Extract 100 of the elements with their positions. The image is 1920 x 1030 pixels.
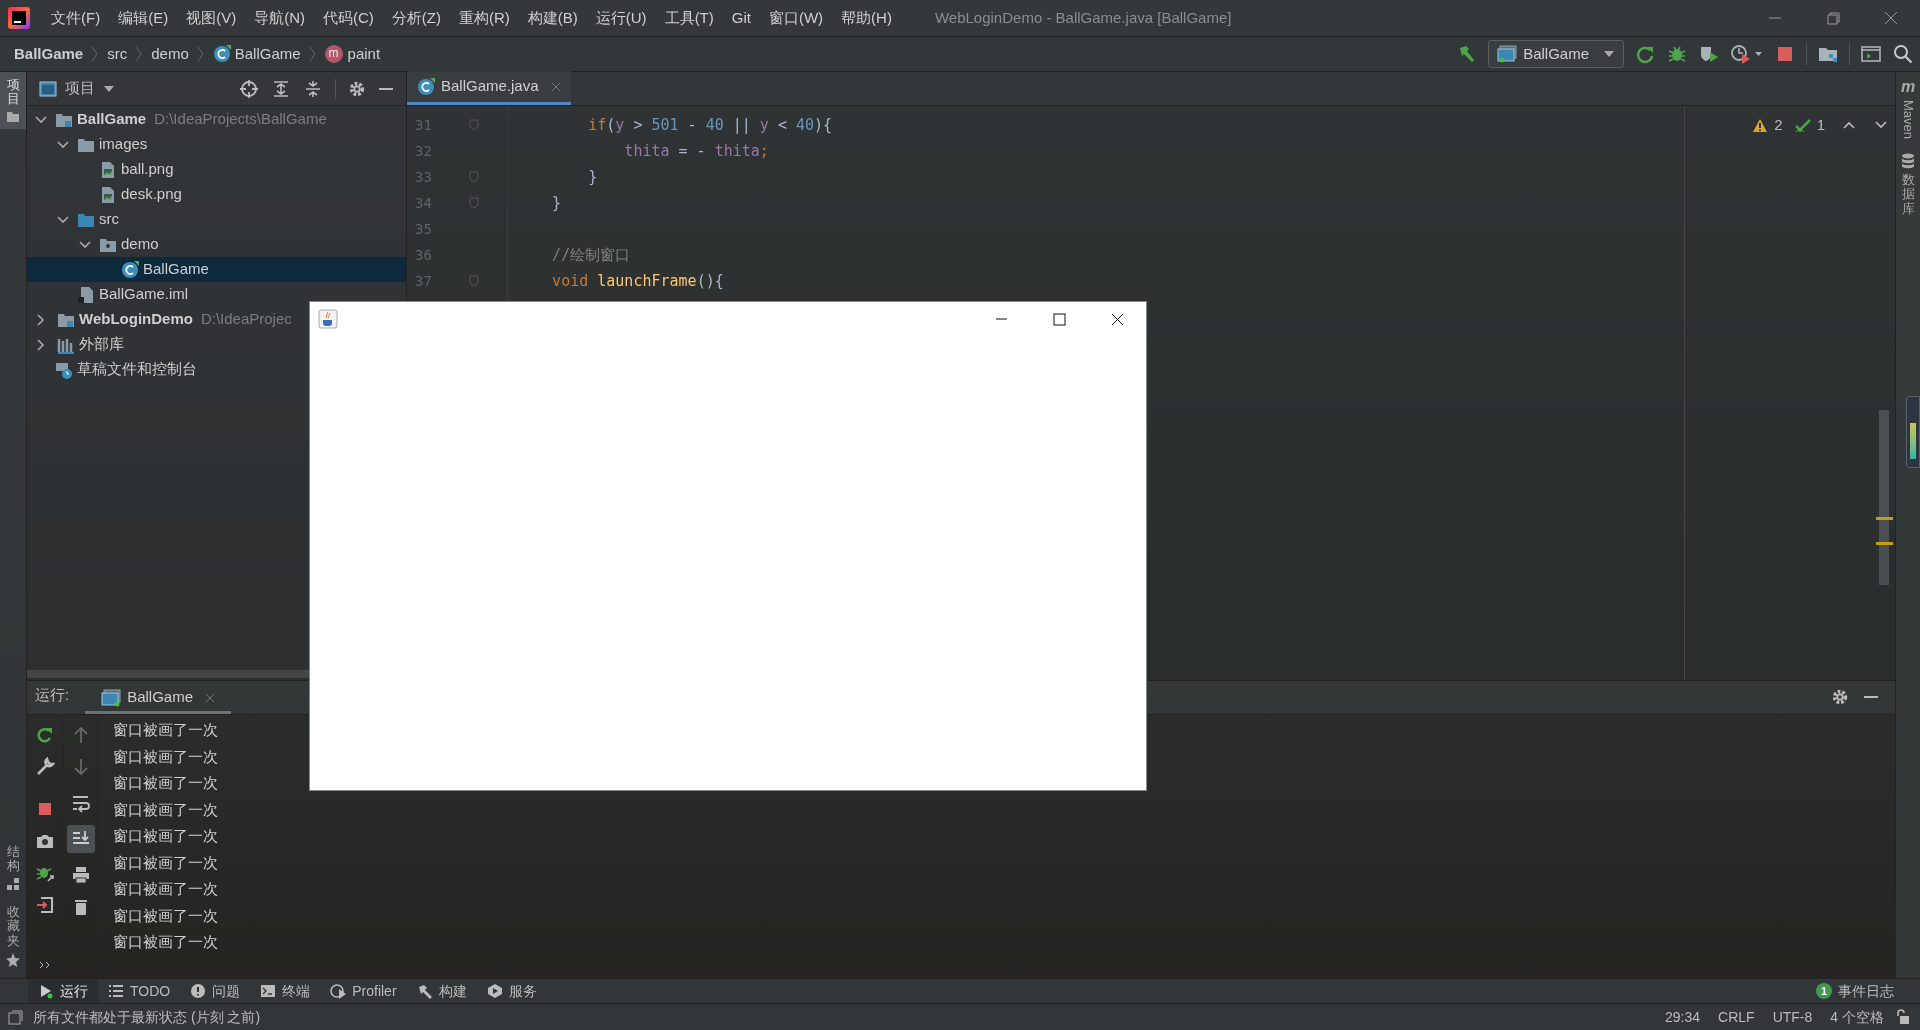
- letter-m-icon[interactable]: m: [1900, 78, 1916, 96]
- warning-count[interactable]: 2: [1774, 114, 1783, 137]
- status-item[interactable]: 29:34: [1665, 1006, 1701, 1028]
- status-item[interactable]: 4 个空格: [1830, 1006, 1884, 1028]
- console-line: 窗口被画了一次: [113, 879, 218, 899]
- class-icon: [212, 45, 231, 63]
- settings-icon[interactable]: [348, 79, 366, 98]
- check-count[interactable]: 1: [1816, 114, 1825, 137]
- code-line: }: [551, 192, 562, 214]
- memory-indicator[interactable]: [1906, 395, 1920, 468]
- image-file-icon: [99, 185, 117, 204]
- event-log-button[interactable]: 1 事件日志: [1816, 980, 1894, 1002]
- class-icon: [121, 260, 139, 279]
- tree-item[interactable]: src: [27, 207, 406, 232]
- class-icon: [417, 77, 435, 96]
- run-configuration-dropdown[interactable]: BallGame: [1488, 40, 1624, 68]
- warning-marker[interactable]: [1876, 542, 1893, 545]
- search-icon[interactable]: [1892, 43, 1914, 65]
- tool-window-button[interactable]: Profiler: [320, 978, 407, 1004]
- check-icon[interactable]: [1794, 117, 1811, 133]
- menu-item[interactable]: Git: [722, 6, 760, 30]
- tree-item[interactable]: 外部库: [27, 332, 406, 357]
- window-icon: [101, 688, 122, 707]
- tool-window-button[interactable]: 运行: [28, 978, 98, 1004]
- fold-marker-icon[interactable]: [469, 197, 479, 209]
- run-panel-label: 运行:: [35, 684, 70, 705]
- profiler-run-icon[interactable]: [1730, 43, 1764, 65]
- notification-count: 1: [1816, 983, 1832, 999]
- profiler-icon: [330, 983, 347, 999]
- tree-item[interactable]: images: [27, 132, 406, 157]
- expand-all-icon[interactable]: [271, 78, 291, 99]
- soft-wrap-icon[interactable]: [70, 793, 91, 813]
- menu-item[interactable]: 分析(Z): [382, 6, 450, 30]
- tree-item[interactable]: desk.png: [27, 182, 406, 207]
- tool-window-button[interactable]: 终端: [250, 978, 321, 1004]
- exit-icon[interactable]: [34, 895, 55, 915]
- menu-item[interactable]: 窗口(W): [759, 6, 833, 30]
- tool-window-button[interactable]: 问题: [180, 978, 251, 1004]
- tree-item[interactable]: 草稿文件和控制台: [27, 357, 406, 382]
- breadcrumb-item[interactable]: BallGame: [14, 42, 84, 66]
- down-arrow-icon[interactable]: [71, 757, 90, 777]
- tool-window-button[interactable]: 服务: [476, 978, 547, 1004]
- project-tool-tab[interactable]: 项目: [0, 72, 26, 129]
- menu-item[interactable]: 帮助(H): [832, 6, 901, 30]
- editor-tab[interactable]: BallGame.java: [407, 71, 571, 105]
- scrollbar-thumb[interactable]: [1879, 410, 1889, 585]
- tool-window-button[interactable]: TODO: [98, 978, 181, 1004]
- console-line: 窗口被画了一次: [113, 932, 218, 952]
- status-item[interactable]: CRLF: [1718, 1006, 1755, 1028]
- print-icon[interactable]: [70, 865, 91, 885]
- settings-icon[interactable]: [1831, 688, 1849, 706]
- more-chevron-icon[interactable]: [38, 960, 51, 970]
- panel-title[interactable]: 项目: [65, 77, 95, 100]
- menu-item[interactable]: 重构(R): [449, 6, 519, 30]
- terminal-window-icon[interactable]: [1860, 43, 1882, 65]
- console-line: 窗口被画了一次: [113, 746, 218, 767]
- lock-icon[interactable]: [1894, 1009, 1910, 1025]
- warning-icon[interactable]: [1752, 117, 1769, 133]
- menu-item[interactable]: 构建(B): [518, 6, 587, 30]
- menu-item[interactable]: 文件(F): [42, 6, 110, 30]
- warning-marker[interactable]: [1876, 517, 1893, 520]
- scroll-to-end-icon[interactable]: [66, 825, 95, 853]
- status-item[interactable]: UTF-8: [1772, 1006, 1813, 1028]
- menu-item[interactable]: 工具(T): [655, 6, 723, 30]
- maven-tool-tab[interactable]: Maven: [1898, 100, 1918, 140]
- structure-tool-tab[interactable]: 结构: [6, 844, 20, 874]
- menu-item[interactable]: 运行(U): [586, 6, 656, 30]
- tree-item[interactable]: BallGame: [27, 257, 406, 282]
- tree-item[interactable]: demo: [27, 232, 406, 257]
- window-title: WebLoginDemo - BallGame.java [BallGame]: [934, 7, 1232, 28]
- panel-toggle-icon[interactable]: [8, 1009, 23, 1025]
- tree-item[interactable]: BallGame D:\IdeaProjects\BallGame: [27, 107, 406, 132]
- menu-item[interactable]: 编辑(E): [109, 6, 178, 30]
- menu-item[interactable]: 视图(V): [177, 6, 246, 30]
- run-tab[interactable]: BallGame: [85, 684, 232, 714]
- database-icon[interactable]: [1901, 153, 1915, 170]
- method-icon: m: [324, 45, 343, 63]
- breadcrumb-item[interactable]: BallGame: [234, 42, 301, 66]
- fold-marker-icon[interactable]: [469, 171, 479, 183]
- dropdown-caret-icon[interactable]: [103, 84, 115, 93]
- console-line: 窗口被画了一次: [113, 773, 218, 793]
- tree-item[interactable]: WebLoginDemo D:\IdeaProjec: [27, 307, 406, 332]
- folder-icon: [6, 110, 20, 123]
- fold-marker-icon[interactable]: [469, 275, 479, 287]
- tool-window-button[interactable]: 构建: [406, 978, 477, 1004]
- breadcrumb-item[interactable]: src: [107, 42, 128, 66]
- code-line: void launchFrame(){: [551, 270, 724, 292]
- breadcrumb-item[interactable]: paint: [347, 42, 381, 66]
- star-icon: [5, 952, 21, 968]
- breadcrumb-item[interactable]: demo: [151, 42, 189, 66]
- locate-icon[interactable]: [239, 78, 259, 99]
- menu-item[interactable]: 代码(C): [314, 6, 383, 30]
- database-tool-tab[interactable]: 数据库: [1901, 173, 1915, 216]
- tree-item[interactable]: BallGame.iml: [27, 282, 406, 307]
- collapse-all-icon[interactable]: [303, 78, 323, 99]
- console-line: 窗口被画了一次: [113, 720, 218, 740]
- tree-item[interactable]: ball.png: [27, 157, 406, 182]
- favorites-tool-tab[interactable]: 收藏夹: [6, 905, 20, 948]
- fold-marker-icon[interactable]: [469, 119, 479, 131]
- menu-item[interactable]: 导航(N): [245, 6, 314, 30]
